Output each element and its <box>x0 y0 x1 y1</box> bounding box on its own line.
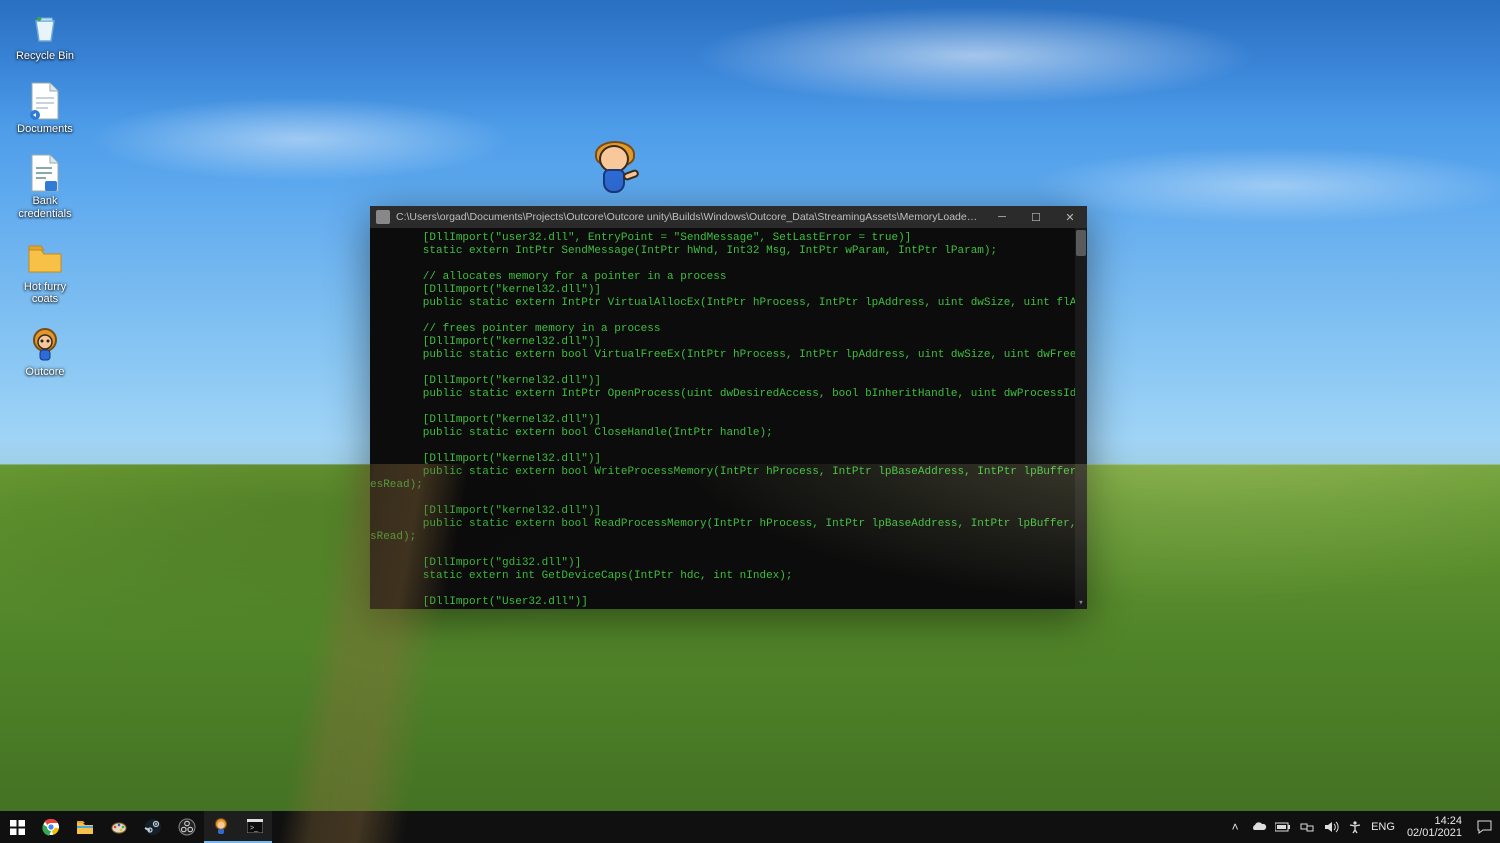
tray-network-icon[interactable] <box>1299 819 1315 835</box>
taskbar-paint[interactable] <box>102 811 136 843</box>
scrollbar-thumb[interactable] <box>1076 230 1086 256</box>
desktop-icon-recycle-bin[interactable]: Recycle Bin <box>8 8 82 63</box>
desktop-icon-bank-credentials[interactable]: Bank credentials <box>8 153 82 220</box>
text-file-icon <box>25 153 65 193</box>
desktop-icon-label: Hot furry coats <box>24 281 66 306</box>
tray-time: 14:24 <box>1407 815 1462 827</box>
svg-text:>_: >_ <box>250 825 258 832</box>
recycle-bin-icon <box>25 8 65 48</box>
tray-ease-of-access-icon[interactable] <box>1347 819 1363 835</box>
taskbar-chrome[interactable] <box>34 811 68 843</box>
console-title: C:\Users\orgad\Documents\Projects\Outcor… <box>396 211 985 223</box>
desktop[interactable]: Recycle Bin Documents Bank credentials H… <box>0 0 1500 843</box>
console-window[interactable]: C:\Users\orgad\Documents\Projects\Outcor… <box>370 206 1087 609</box>
desktop-icon-label: Documents <box>17 123 73 136</box>
taskbar-console[interactable]: >_ <box>238 811 272 843</box>
tray-volume-icon[interactable] <box>1323 819 1339 835</box>
tray-chevron-up-icon[interactable]: ˄ <box>1227 819 1243 835</box>
taskbar-outcore[interactable] <box>204 811 238 843</box>
tray-onedrive-icon[interactable] <box>1251 819 1267 835</box>
desktop-icon-hot-furry-coats[interactable]: Hot furry coats <box>8 239 82 306</box>
minimize-button[interactable]: ─ <box>985 206 1019 228</box>
desktop-icon-documents[interactable]: Documents <box>8 81 82 136</box>
tray-date: 02/01/2021 <box>1407 827 1462 839</box>
desktop-icon-label: Outcore <box>25 366 64 379</box>
close-button[interactable]: ✕ <box>1053 206 1087 228</box>
desktop-icon-label: Recycle Bin <box>16 50 74 63</box>
console-scrollbar[interactable]: ▾ <box>1075 228 1087 609</box>
maximize-button[interactable]: ☐ <box>1019 206 1053 228</box>
desktop-icons: Recycle Bin Documents Bank credentials H… <box>8 8 82 378</box>
start-button[interactable] <box>0 811 34 843</box>
outcore-character <box>585 143 645 203</box>
console-titlebar[interactable]: C:\Users\orgad\Documents\Projects\Outcor… <box>370 206 1087 228</box>
window-controls: ─ ☐ ✕ <box>985 206 1087 228</box>
desktop-icon-outcore[interactable]: Outcore <box>8 324 82 379</box>
tray-battery-icon[interactable] <box>1275 819 1291 835</box>
system-tray: ˄ ENG 14:24 02/01/2021 <box>1221 811 1500 843</box>
tray-clock[interactable]: 14:24 02/01/2021 <box>1403 815 1466 839</box>
tray-language[interactable]: ENG <box>1371 819 1395 835</box>
desktop-icon-label: Bank credentials <box>18 195 71 220</box>
taskbar-obs[interactable] <box>170 811 204 843</box>
scroll-down-icon[interactable]: ▾ <box>1075 597 1087 609</box>
console-app-icon <box>376 210 390 224</box>
console-output: [DllImport("user32.dll", EntryPoint = "S… <box>370 232 1075 609</box>
tray-action-center-icon[interactable] <box>1474 811 1494 843</box>
console-body[interactable]: [DllImport("user32.dll", EntryPoint = "S… <box>370 228 1087 609</box>
document-icon <box>25 81 65 121</box>
taskbar[interactable]: >_ ˄ ENG 14:24 02/01/2021 <box>0 811 1500 843</box>
outcore-icon <box>25 324 65 364</box>
folder-icon <box>25 239 65 279</box>
taskbar-file-explorer[interactable] <box>68 811 102 843</box>
taskbar-steam[interactable] <box>136 811 170 843</box>
